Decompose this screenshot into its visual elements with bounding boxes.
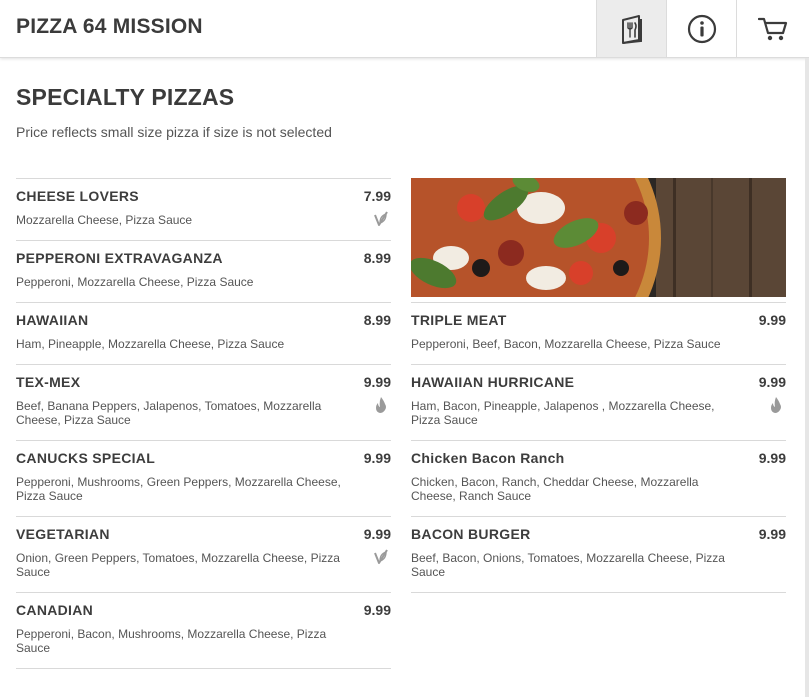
item-description: Pepperoni, Mozzarella Cheese, Pizza Sauc… bbox=[16, 275, 254, 289]
menu-item[interactable]: CANADIAN 9.99 Pepperoni, Bacon, Mushroom… bbox=[16, 592, 391, 669]
spicy-icon bbox=[376, 397, 386, 413]
item-name: TEX-MEX bbox=[16, 374, 81, 390]
menu-item[interactable]: CHEESE LOVERS 7.99 Mozzarella Cheese, Pi… bbox=[16, 178, 391, 240]
item-name: Chicken Bacon Ranch bbox=[411, 450, 565, 466]
item-description: Beef, Banana Peppers, Jalapenos, Tomatoe… bbox=[16, 399, 322, 427]
item-name: PEPPERONI EXTRAVAGANZA bbox=[16, 250, 223, 266]
item-description: Mozzarella Cheese, Pizza Sauce bbox=[16, 213, 193, 227]
app-header: PIZZA 64 MISSION bbox=[0, 0, 809, 58]
menu-item[interactable]: Chicken Bacon Ranch 9.99 Chicken, Bacon,… bbox=[411, 440, 786, 516]
restaurant-title: PIZZA 64 MISSION bbox=[16, 15, 203, 38]
cart-button[interactable] bbox=[736, 0, 809, 57]
menu-item[interactable]: TRIPLE MEAT 9.99 Pepperoni, Beef, Bacon,… bbox=[411, 302, 786, 364]
section-subtitle: Price reflects small size pizza if size … bbox=[16, 124, 332, 140]
page-scrollbar[interactable] bbox=[805, 58, 809, 697]
menu-item[interactable]: VEGETARIAN 9.99 Onion, Green Peppers, To… bbox=[16, 516, 391, 592]
item-description: Pepperoni, Beef, Bacon, Mozzarella Chees… bbox=[411, 337, 721, 351]
item-name: BACON BURGER bbox=[411, 526, 531, 542]
vegetarian-icon bbox=[374, 211, 388, 226]
pizza-hero-image bbox=[371, 93, 786, 383]
item-name: CANUCKS SPECIAL bbox=[16, 450, 156, 466]
menu-book-icon bbox=[621, 14, 642, 44]
vegetarian-icon bbox=[374, 549, 388, 564]
item-price: 9.99 bbox=[363, 374, 391, 390]
cart-icon bbox=[758, 17, 788, 40]
menu-button[interactable] bbox=[596, 0, 666, 57]
menu-item[interactable]: CANUCKS SPECIAL 9.99 Pepperoni, Mushroom… bbox=[16, 440, 391, 516]
info-button[interactable] bbox=[666, 0, 736, 57]
item-price: 9.99 bbox=[363, 602, 391, 618]
item-description: Ham, Bacon, Pineapple, Jalapenos , Mozza… bbox=[411, 399, 715, 427]
menu-item[interactable]: HAWAIIAN HURRICANE 9.99 Ham, Bacon, Pine… bbox=[411, 364, 786, 440]
item-name: CHEESE LOVERS bbox=[16, 188, 139, 204]
spicy-icon bbox=[771, 397, 781, 413]
menu-column-right: TRIPLE MEAT 9.99 Pepperoni, Beef, Bacon,… bbox=[371, 93, 786, 593]
menu-item[interactable]: TEX-MEX 9.99 Beef, Banana Peppers, Jalap… bbox=[16, 364, 391, 440]
item-description: Ham, Pineapple, Mozzarella Cheese, Pizza… bbox=[16, 337, 285, 351]
menu-column-left: CHEESE LOVERS 7.99 Mozzarella Cheese, Pi… bbox=[16, 178, 391, 669]
item-description: Pepperoni, Bacon, Mushrooms, Mozzarella … bbox=[16, 627, 327, 655]
item-name: HAWAIIAN bbox=[16, 312, 89, 328]
item-name: VEGETARIAN bbox=[16, 526, 110, 542]
item-price: 9.99 bbox=[758, 312, 786, 328]
item-name: HAWAIIAN HURRICANE bbox=[411, 374, 575, 390]
item-price: 9.99 bbox=[758, 374, 786, 390]
item-price: 8.99 bbox=[363, 250, 391, 266]
item-description: Chicken, Bacon, Ranch, Cheddar Cheese, M… bbox=[411, 475, 699, 503]
item-description: Beef, Bacon, Onions, Tomatoes, Mozzarell… bbox=[411, 551, 725, 579]
menu-item[interactable]: BACON BURGER 9.99 Beef, Bacon, Onions, T… bbox=[411, 516, 786, 593]
info-icon bbox=[687, 14, 716, 43]
item-name: TRIPLE MEAT bbox=[411, 312, 507, 328]
item-price: 9.99 bbox=[758, 526, 786, 542]
item-price: 7.99 bbox=[363, 188, 391, 204]
item-description: Pepperoni, Mushrooms, Green Peppers, Moz… bbox=[16, 475, 341, 503]
item-description: Onion, Green Peppers, Tomatoes, Mozzarel… bbox=[16, 551, 340, 579]
item-price: 9.99 bbox=[363, 450, 391, 466]
section-title: SPECIALTY PIZZAS bbox=[16, 84, 235, 110]
menu-item[interactable]: HAWAIIAN 8.99 Ham, Pineapple, Mozzarella… bbox=[16, 302, 391, 364]
item-price: 9.99 bbox=[758, 450, 786, 466]
menu-item[interactable]: PEPPERONI EXTRAVAGANZA 8.99 Pepperoni, M… bbox=[16, 240, 391, 302]
item-price: 9.99 bbox=[363, 526, 391, 542]
item-price: 8.99 bbox=[363, 312, 391, 328]
item-name: CANADIAN bbox=[16, 602, 94, 618]
